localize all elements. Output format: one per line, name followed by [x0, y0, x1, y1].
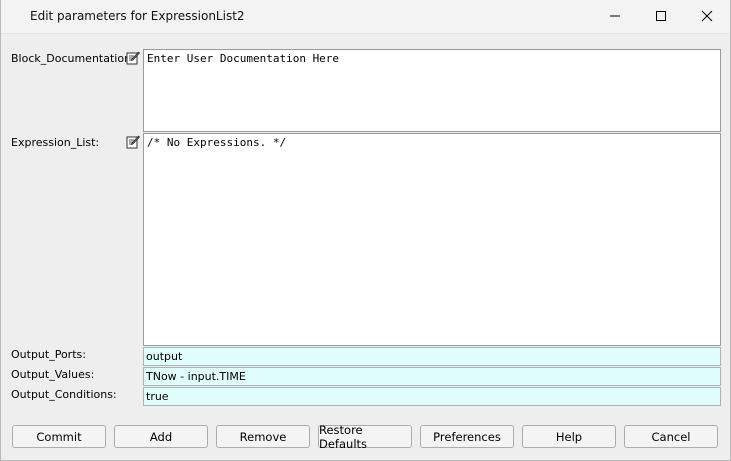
preferences-button[interactable]: Preferences: [420, 425, 514, 448]
output-values-field[interactable]: TNow - input.TIME: [143, 367, 721, 386]
restore-defaults-button[interactable]: Restore Defaults: [318, 423, 412, 451]
output-ports-field[interactable]: output: [143, 347, 721, 366]
maximize-button[interactable]: [638, 0, 684, 32]
remove-button[interactable]: Remove: [216, 425, 310, 448]
output-conditions-label: Output_Conditions:: [11, 388, 117, 401]
window-title: Edit parameters for ExpressionList2: [30, 9, 245, 23]
block-documentation-label: Block_Documentation:: [11, 52, 135, 65]
edit-parameters-dialog: Edit parameters for ExpressionList2 Bloc…: [0, 0, 731, 461]
close-icon: [701, 10, 713, 22]
commit-button[interactable]: Commit: [12, 425, 106, 448]
edit-pencil-icon[interactable]: [126, 135, 140, 149]
edit-pencil-icon[interactable]: [126, 51, 140, 65]
minimize-icon: [610, 15, 620, 17]
minimize-button[interactable]: [592, 0, 638, 32]
add-button[interactable]: Add: [114, 425, 208, 448]
block-documentation-textarea[interactable]: Enter User Documentation Here: [143, 49, 721, 132]
help-button[interactable]: Help: [522, 425, 616, 448]
expression-list-label: Expression_List:: [11, 136, 100, 149]
title-bar: Edit parameters for ExpressionList2: [1, 0, 730, 34]
cancel-button[interactable]: Cancel: [624, 425, 718, 448]
output-conditions-field[interactable]: true: [143, 387, 721, 406]
output-ports-label: Output_Ports:: [11, 348, 86, 361]
expression-list-textarea[interactable]: /* No Expressions. */: [143, 133, 721, 346]
maximize-icon: [656, 11, 666, 21]
output-values-label: Output_Values:: [11, 368, 95, 381]
close-button[interactable]: [684, 0, 730, 32]
